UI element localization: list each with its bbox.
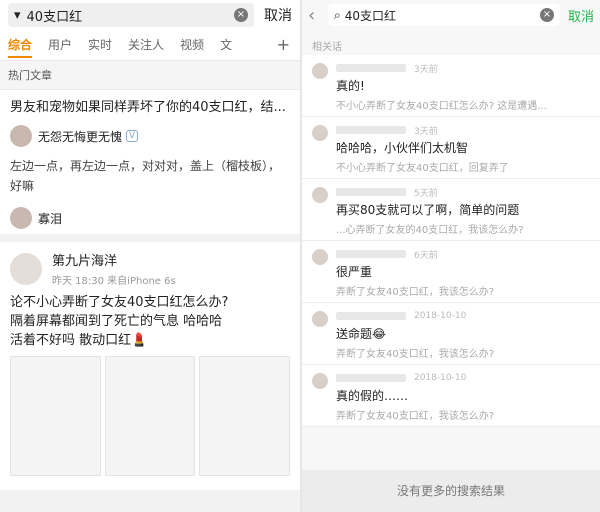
back-icon[interactable]: ‹ [308, 5, 324, 26]
comment-time: 6天前 [414, 250, 438, 261]
avatar[interactable] [312, 311, 328, 327]
clear-icon[interactable]: × [234, 8, 248, 22]
tab-video[interactable]: 视频 [172, 30, 212, 60]
comment-item[interactable]: 6天前很严重弄断了女友40支口红，我该怎么办? [302, 241, 600, 303]
image-thumbnail[interactable] [199, 356, 291, 476]
clear-icon[interactable]: × [539, 8, 554, 22]
username-blurred [336, 188, 406, 196]
search-query[interactable]: 40支口红 [345, 7, 540, 24]
username-blurred [336, 126, 406, 134]
add-tab-icon[interactable]: + [269, 30, 300, 60]
comment-ref[interactable]: ...心弄断了女友的40支口红，我该怎么办? [336, 221, 590, 236]
comment-text: 送命题😂 [336, 327, 387, 341]
post-header: 第九片海洋 昨天 18:30 来自iPhone 6s [10, 250, 290, 287]
article-card[interactable]: 男友和宠物如果同样弄坏了你的40支口红，结... 无怨无悔更无愧 V 左边一点，… [0, 90, 300, 234]
section-title: 相关话 [312, 42, 342, 53]
tab-general[interactable]: 综合 [0, 30, 40, 60]
left-search-panel: ▾ 40支口红 × 取消 综合 用户 实时 关注人 视频 文 + 热门文章 男友… [0, 0, 300, 512]
tab-realtime[interactable]: 实时 [80, 30, 120, 60]
comment-ref[interactable]: 不小心弄断了女友40支口红怎么办? 这是遭遇... [336, 97, 590, 112]
avatar[interactable] [10, 207, 32, 229]
section-title: 热门文章 [0, 61, 300, 90]
search-input[interactable]: ▾ 40支口红 × [8, 3, 254, 27]
comment-text: 很严重 [336, 265, 373, 279]
comment-time: 3天前 [414, 64, 438, 75]
weibo-post[interactable]: 第九片海洋 昨天 18:30 来自iPhone 6s 论不小心弄断了女友40支口… [0, 242, 300, 490]
image-thumbnail[interactable] [104, 356, 196, 476]
avatar[interactable] [10, 252, 42, 285]
search-tabs: 综合 用户 实时 关注人 视频 文 + [0, 30, 300, 61]
comment-text: 再买80支就可以了啊，简单的问题 [336, 203, 520, 217]
post-text: 论不小心弄断了女友40支口红怎么办? 隔着屏幕都闻到了死亡的气息 哈哈哈 活着不… [10, 293, 290, 350]
post-username[interactable]: 第九片海洋 [52, 250, 176, 269]
comment-item[interactable]: 2018-10-10 送命题😂 弄断了女友40支口红，我该怎么办? [302, 303, 600, 365]
post-meta: 昨天 18:30 来自iPhone 6s [52, 276, 176, 287]
article-title[interactable]: 男友和宠物如果同样弄坏了你的40支口红，结... [10, 90, 290, 122]
article-footer: 寡泪 [10, 202, 290, 234]
comment-time: 2018-10-10 [414, 373, 467, 383]
comment-item[interactable]: 5天前再买80支就可以了啊，简单的问题 ...心弄断了女友的40支口红，我该怎么办… [302, 179, 600, 241]
post-line: 活着不好吗 散动口红💄 [10, 333, 148, 348]
avatar[interactable] [312, 373, 328, 389]
username-blurred [336, 250, 406, 258]
tab-articles[interactable]: 文 [212, 30, 240, 60]
right-search-panel: ‹ ⌕ 40支口红 × 取消 相关话 3天前 真的! 不小心弄断了女友40支口红怎么… [302, 0, 600, 512]
avatar[interactable] [312, 63, 328, 79]
comment-text: 真的! [336, 79, 365, 93]
comment-ref[interactable]: 弄断了女友40支口红，我该怎么办? [336, 283, 590, 298]
cancel-button[interactable]: 取消 [264, 5, 292, 25]
username-blurred [336, 374, 406, 382]
right-search-bar: ‹ ⌕ 40支口红 × 取消 [302, 0, 600, 30]
comment-item[interactable]: 2018-10-10 真的假的…… 弄断了女友40支口红，我该怎么办? [302, 365, 600, 427]
author-name[interactable]: 无怨无悔更无愧 [38, 128, 122, 145]
left-search-bar: ▾ 40支口红 × 取消 [0, 0, 300, 30]
avatar[interactable] [312, 125, 328, 141]
comment-ref[interactable]: 弄断了女友40支口红，我该怎么办? [336, 407, 590, 422]
article-author-row: 无怨无悔更无愧 V [10, 122, 290, 150]
search-input[interactable]: ⌕ 40支口红 × [328, 4, 560, 26]
tab-following[interactable]: 关注人 [120, 30, 172, 60]
avatar[interactable] [312, 187, 328, 203]
username-blurred [336, 64, 406, 72]
comment-time: 3天前 [414, 126, 438, 137]
cancel-button[interactable]: 取消 [568, 6, 594, 25]
comment-text: 哈哈哈，小伙伴们太机智 [336, 141, 469, 155]
comment-list: 3天前 真的! 不小心弄断了女友40支口红怎么办? 这是遭遇... 3天前 哈哈哈，小… [302, 55, 600, 427]
comment-ref[interactable]: 弄断了女友40支口红，我该怎么办? [336, 345, 590, 360]
tab-users[interactable]: 用户 [40, 30, 80, 60]
username-blurred [336, 312, 406, 320]
comment-time: 2018-10-10 [414, 311, 467, 321]
image-thumbnail[interactable] [10, 356, 101, 476]
comment-item[interactable]: 3天前哈哈哈，小伙伴们太机智不小心弄断了女友40支口红，回复弄了 [302, 117, 600, 179]
comment-item[interactable]: 3天前真的! 不小心弄断了女友40支口红怎么办? 这是遭遇... [302, 55, 600, 117]
post-line: 论不小心弄断了女友40支口红怎么办? [10, 295, 229, 310]
search-icon: ⌕ [334, 7, 341, 22]
footer-user[interactable]: 寡泪 [38, 210, 62, 227]
avatar[interactable] [312, 249, 328, 265]
article-excerpt: 左边一点，再左边一点，对对对，盖上（榴枝板），好嘛 [10, 159, 281, 193]
comment-text: 真的假的…… [336, 389, 409, 403]
no-more-results: 没有更多的搜索结果 [302, 470, 600, 512]
vip-badge-icon: V [126, 130, 139, 142]
comment-time: 5天前 [414, 188, 438, 199]
avatar[interactable] [10, 125, 32, 147]
comment-ref[interactable]: 不小心弄断了女友40支口红，回复弄了 [336, 159, 590, 174]
post-images [10, 356, 291, 476]
search-query[interactable]: 40支口红 [27, 6, 234, 25]
post-line: 隔着屏幕都闻到了死亡的气息 哈哈哈 [10, 314, 223, 329]
chevron-down-icon[interactable]: ▾ [14, 8, 21, 23]
